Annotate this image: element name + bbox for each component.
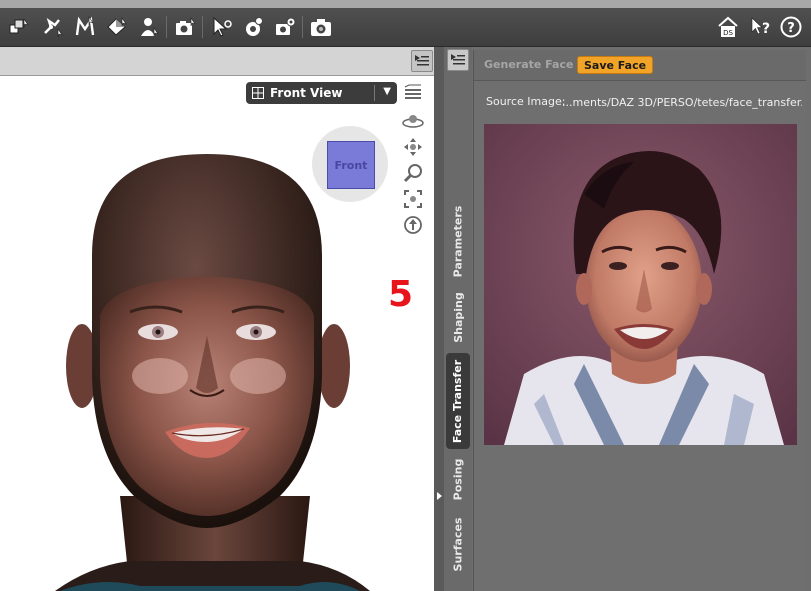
tab-save-face[interactable]: Save Face [577,56,654,74]
svg-text:DS: DS [723,29,733,37]
side-pane-menu-button[interactable] [447,49,469,71]
tab-posing[interactable]: Posing [446,451,470,507]
tab-label: Face Transfer [451,359,465,443]
gear-tool-icon[interactable] [240,14,266,40]
surface-selection-icon[interactable] [104,14,130,40]
tab-generate-face[interactable]: Generate Face [484,58,573,71]
reset-view-icon[interactable] [401,214,425,236]
view-selector-dropdown[interactable]: Front View ▼ [246,82,397,104]
figure-tool-icon[interactable] [136,14,162,40]
face-transfer-tabs: Generate Face Save Face [474,50,806,81]
render-settings-icon[interactable] [272,14,298,40]
chevron-down-icon: ▼ [383,86,391,97]
tab-surfaces[interactable]: Surfaces [446,511,470,577]
3d-viewport[interactable]: Front View ▼ Front 5 [0,76,434,591]
view-cube-face[interactable]: Front [327,141,375,189]
main-toolbar: DS ? ? [0,8,811,47]
toolbar-separator [202,16,203,38]
tab-label: Surfaces [451,517,465,571]
zoom-icon[interactable] [401,162,425,184]
camera-tool-icon[interactable] [172,14,198,40]
pane-list-icon[interactable] [401,82,425,104]
title-strip [0,0,811,8]
view-cube[interactable]: Front [312,126,388,202]
pointer-settings-icon[interactable] [208,14,234,40]
whats-this-icon[interactable]: ? [747,14,773,40]
tab-shaping[interactable]: Shaping [446,287,470,347]
pan-icon[interactable] [401,136,425,158]
viewport-pane-menu-button[interactable] [411,50,433,72]
source-photo [484,124,797,445]
pane-menu-icon [415,55,429,66]
morph-tool-icon[interactable] [72,14,98,40]
frame-icon[interactable] [401,188,425,210]
tab-label: Parameters [451,205,465,277]
svg-text:?: ? [787,21,795,36]
face-transfer-panel: Generate Face Save Face Source Image: ..… [473,50,806,591]
view-selector-label: Front View [270,86,343,100]
render-camera-icon[interactable] [308,14,334,40]
viewport-header [0,47,434,76]
ds-home-icon[interactable]: DS [715,14,741,40]
joint-editor-icon[interactable] [40,14,66,40]
pane-splitter[interactable] [434,47,444,591]
side-tab-bar: Parameters Shaping Face Transfer Posing … [444,47,472,591]
dropdown-divider [374,85,375,101]
tab-face-transfer[interactable]: Face Transfer [446,353,470,449]
svg-text:?: ? [762,21,770,37]
source-image-path[interactable]: ...ments/DAZ 3D/PERSO/tetes/face_transfe… [562,96,802,109]
grid-view-icon [252,87,264,99]
splitter-arrow-icon[interactable] [437,492,442,500]
source-image-label: Source Image: [486,95,566,108]
step-number-annotation: 5 [388,274,414,315]
pane-menu-icon [451,54,465,65]
toolbar-separator [166,16,167,38]
toolbar-separator [302,16,303,38]
view-cube-label: Front [334,158,368,172]
help-icon[interactable]: ? [778,14,804,40]
tab-label: Shaping [451,291,465,343]
orbit-icon[interactable] [401,110,425,132]
tab-label: Posing [451,458,465,500]
tab-parameters[interactable]: Parameters [446,197,470,285]
node-selection-icon[interactable] [6,14,32,40]
